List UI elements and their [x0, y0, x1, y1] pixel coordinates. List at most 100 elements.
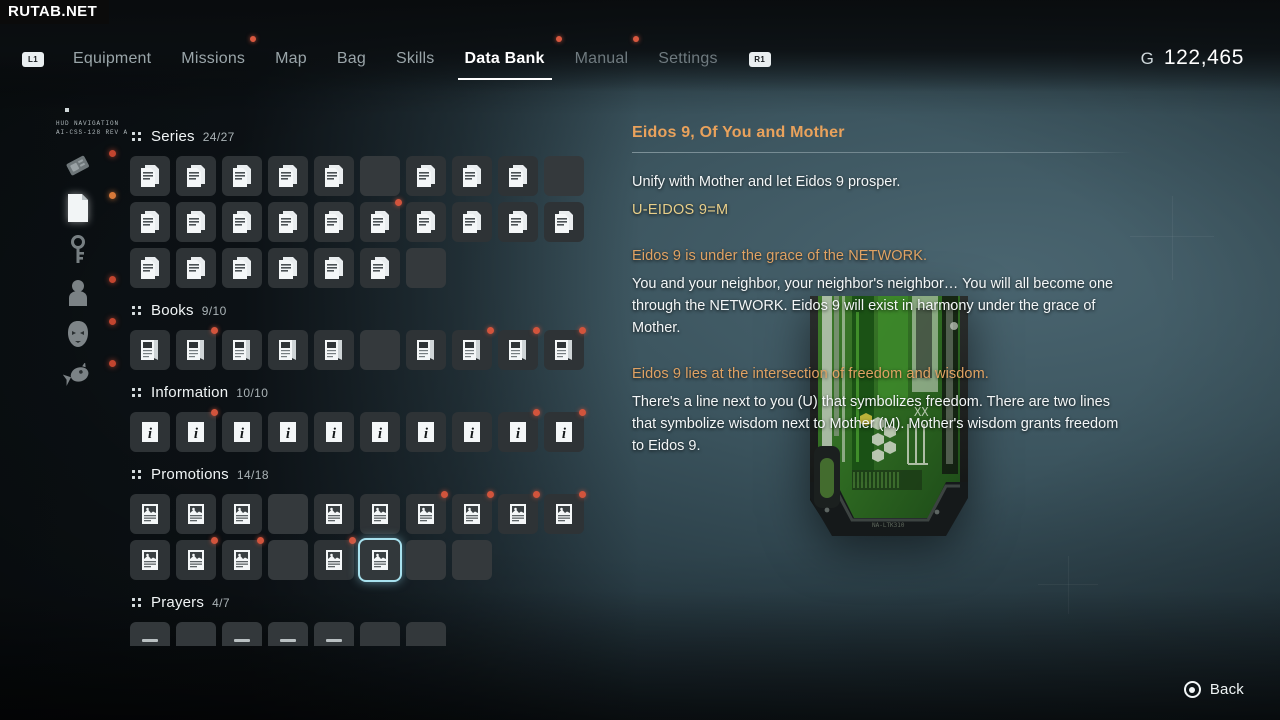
grid-cell[interactable]	[406, 202, 446, 242]
grid-cell[interactable]	[268, 156, 308, 196]
section-series: Series 24/27	[130, 128, 630, 288]
grid-cell[interactable]	[544, 202, 584, 242]
grid-cell[interactable]	[406, 330, 446, 370]
grid-cell-selected[interactable]	[360, 540, 400, 580]
rail-item-key[interactable]	[56, 230, 100, 270]
grid-cell[interactable]: i	[544, 409, 586, 452]
grid-cell[interactable]	[222, 622, 262, 646]
grid-cell[interactable]	[176, 494, 216, 534]
grid-cell[interactable]	[498, 156, 538, 196]
grid-cell[interactable]	[314, 330, 354, 370]
grid-cell[interactable]	[406, 540, 446, 580]
nav-tab-missions[interactable]: Missions	[166, 36, 260, 74]
grid-cell[interactable]	[222, 537, 264, 580]
rail-item-person[interactable]	[56, 272, 116, 312]
grid-cell[interactable]: i	[130, 412, 170, 452]
grid-cell[interactable]	[176, 156, 216, 196]
grid-cell[interactable]	[452, 327, 494, 370]
grid-cell[interactable]: i	[222, 412, 262, 452]
grid-cell[interactable]	[406, 248, 446, 288]
grid-cell[interactable]	[360, 494, 400, 534]
grid-cell[interactable]	[130, 202, 170, 242]
grid-cell[interactable]	[268, 540, 308, 580]
grid-cell[interactable]	[176, 622, 216, 646]
grid-cell[interactable]	[268, 622, 308, 646]
grid-cell[interactable]	[222, 202, 262, 242]
grid-cell[interactable]: i	[314, 412, 354, 452]
grid-cell[interactable]	[222, 494, 262, 534]
rail-item-chip[interactable]	[56, 146, 116, 186]
grid-cell[interactable]	[130, 248, 170, 288]
grid-cell[interactable]	[406, 491, 448, 534]
grid-cell[interactable]	[268, 330, 308, 370]
grid-cell[interactable]	[130, 540, 170, 580]
section-count: 24/27	[202, 130, 235, 144]
back-button-label[interactable]: Back	[1210, 681, 1244, 698]
pages-icon	[187, 257, 205, 279]
grid-cell[interactable]	[452, 202, 492, 242]
section-marker-icon	[132, 469, 143, 480]
grid-cell[interactable]	[130, 330, 170, 370]
grid-cell[interactable]	[544, 491, 586, 534]
nav-tab-map[interactable]: Map	[260, 44, 322, 74]
grid-cell[interactable]	[452, 491, 494, 534]
grid-cell[interactable]	[268, 202, 308, 242]
grid-cell[interactable]	[360, 156, 400, 196]
grid-cell[interactable]: i	[360, 412, 400, 452]
grid-cell[interactable]	[314, 202, 354, 242]
grid-cell[interactable]: i	[406, 412, 446, 452]
grid-cell[interactable]	[314, 494, 354, 534]
grid-cell[interactable]	[406, 156, 446, 196]
paragraph: Eidos 9 is under the grace of the NETWOR…	[632, 245, 1132, 267]
grid-cell[interactable]	[360, 248, 400, 288]
grid-cell[interactable]	[544, 327, 586, 370]
grid-cell[interactable]	[130, 156, 170, 196]
grid-cell[interactable]	[176, 537, 218, 580]
grid-cell[interactable]	[130, 494, 170, 534]
book-icon	[555, 340, 572, 360]
notification-dot-icon	[395, 199, 402, 206]
nav-tab-manual[interactable]: Manual	[560, 36, 644, 74]
prayer-icon	[234, 639, 250, 642]
nav-tab-skills[interactable]: Skills	[381, 44, 450, 74]
grid-cell[interactable]	[222, 156, 262, 196]
paragraph: You and your neighbor, your neighbor's n…	[632, 273, 1132, 339]
grid-cell[interactable]	[268, 494, 308, 534]
grid-cell[interactable]	[176, 327, 218, 370]
grid-cell[interactable]	[360, 199, 402, 242]
grid-cell[interactable]	[222, 330, 262, 370]
grid-cell[interactable]: i	[498, 409, 540, 452]
grid-cell[interactable]	[268, 248, 308, 288]
grid-cell[interactable]	[360, 330, 400, 370]
rail-item-document[interactable]	[56, 188, 116, 228]
paragraph-text: There's a line next to you (U) that symb…	[632, 394, 1119, 454]
grid-cell[interactable]	[314, 537, 356, 580]
grid-cell[interactable]	[314, 156, 354, 196]
grid-cell[interactable]	[498, 491, 540, 534]
nav-tab-data-bank[interactable]: Data Bank	[450, 36, 562, 80]
nav-tab-equipment[interactable]: Equipment	[58, 44, 166, 74]
grid-cell[interactable]	[452, 156, 492, 196]
nav-tab-bag[interactable]: Bag	[322, 44, 381, 74]
grid-cell[interactable]	[314, 622, 354, 646]
grid-cell[interactable]	[360, 622, 400, 646]
grid-cell[interactable]	[314, 248, 354, 288]
grid-cell[interactable]: i	[176, 409, 218, 452]
data-bank-grid-panel[interactable]: Series 24/27 Books 9/10 Information 10/10 i i i i…	[130, 128, 630, 646]
grid-cell[interactable]	[498, 202, 538, 242]
grid-cell[interactable]	[452, 540, 492, 580]
grid-cell[interactable]	[222, 248, 262, 288]
grid-cell[interactable]: i	[452, 412, 492, 452]
book-icon	[141, 340, 158, 360]
nav-tab-settings[interactable]: Settings	[643, 44, 732, 74]
grid-cell[interactable]	[406, 622, 446, 646]
grid-cell[interactable]	[176, 248, 216, 288]
rail-item-creature[interactable]	[56, 356, 116, 396]
grid-cell[interactable]: i	[268, 412, 308, 452]
grid-cell[interactable]	[498, 327, 540, 370]
rail-item-mask[interactable]	[56, 314, 116, 354]
grid-cell[interactable]	[176, 202, 216, 242]
grid-cell[interactable]	[544, 156, 584, 196]
grid-cell[interactable]	[130, 622, 170, 646]
pages-icon	[233, 165, 251, 187]
